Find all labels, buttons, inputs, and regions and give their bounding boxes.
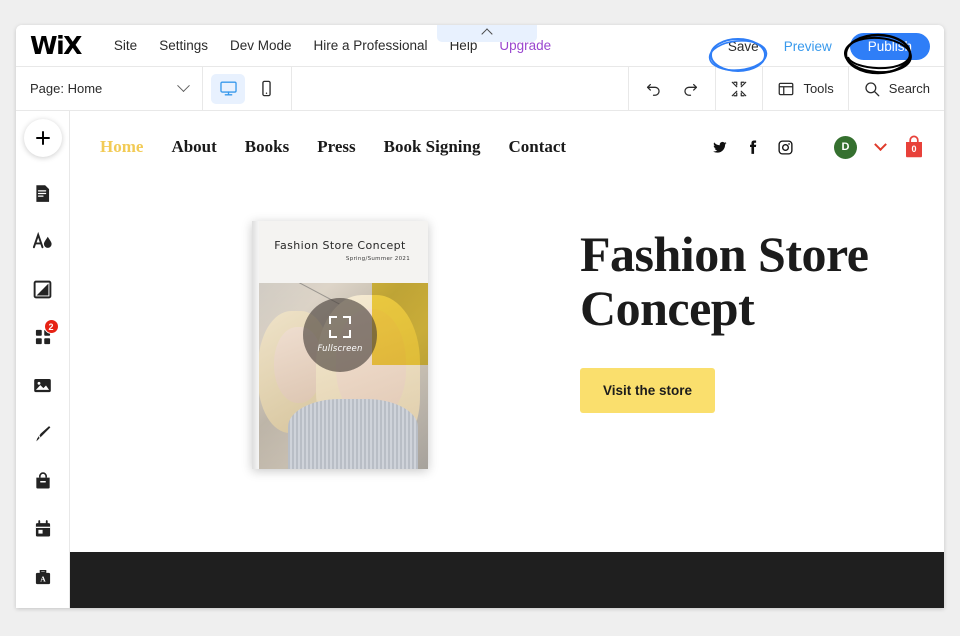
wix-logo[interactable]: WiX bbox=[30, 31, 82, 60]
magazine-cover-header: Fashion Store Concept Spring/Summer 2021 bbox=[252, 221, 428, 283]
theme-icon bbox=[32, 231, 52, 248]
undo-button[interactable] bbox=[635, 67, 672, 110]
pages-icon bbox=[36, 184, 50, 202]
magazine-cover-subtitle: Spring/Summer 2021 bbox=[345, 256, 410, 262]
desktop-icon bbox=[219, 81, 237, 96]
pen-icon bbox=[36, 425, 51, 441]
photo-yellow-block bbox=[372, 283, 428, 365]
page-value: Home bbox=[67, 81, 103, 96]
site-nav-books[interactable]: Books bbox=[245, 137, 289, 157]
redo-button[interactable] bbox=[672, 67, 709, 110]
hero-title: Fashion Store Concept bbox=[580, 227, 910, 335]
tools-button[interactable]: Tools bbox=[763, 67, 847, 110]
chevron-down-icon[interactable] bbox=[874, 137, 887, 151]
search-button[interactable]: Search bbox=[849, 67, 944, 110]
page-key: Page: bbox=[30, 81, 64, 96]
editor-secondary-toolbar: Page: Home Tools Search bbox=[16, 67, 944, 111]
site-nav-contact[interactable]: Contact bbox=[508, 137, 566, 157]
magazine-gallery[interactable]: Fashion Store Concept Spring/Summer 2021 bbox=[100, 207, 580, 581]
page-selector[interactable]: Page: Home bbox=[16, 67, 202, 110]
site-nav-press[interactable]: Press bbox=[317, 137, 355, 157]
magazine-spine bbox=[252, 221, 259, 469]
svg-text:A: A bbox=[40, 575, 46, 584]
cart-count: 0 bbox=[911, 144, 917, 154]
publish-button[interactable]: Publish bbox=[849, 32, 930, 60]
photo-sweater bbox=[288, 399, 418, 469]
background-icon bbox=[33, 280, 52, 298]
sidebar-item-bookings[interactable] bbox=[21, 505, 65, 553]
zoom-out-button[interactable] bbox=[716, 67, 762, 110]
preview-button[interactable]: Preview bbox=[774, 34, 842, 59]
apps-badge: 2 bbox=[43, 319, 59, 334]
publish-button-wrap: Publish bbox=[842, 32, 944, 74]
history-controls bbox=[629, 67, 715, 110]
hero-title-line2: Concept bbox=[580, 280, 755, 336]
site-canvas[interactable]: Home About Books Press Book Signing Cont… bbox=[70, 111, 944, 608]
menu-site[interactable]: Site bbox=[103, 25, 148, 67]
shopping-bag-icon bbox=[35, 472, 50, 489]
site-nav-about[interactable]: About bbox=[171, 137, 216, 157]
image-icon bbox=[34, 378, 51, 392]
sidebar-item-pages[interactable] bbox=[21, 169, 65, 217]
sidebar-item-apps[interactable]: 2 bbox=[21, 313, 65, 361]
fullscreen-icon bbox=[329, 316, 351, 339]
site-nav: Home About Books Press Book Signing Cont… bbox=[100, 137, 566, 157]
fullscreen-label: Fullscreen bbox=[317, 344, 363, 355]
site-header: Home About Books Press Book Signing Cont… bbox=[70, 111, 944, 183]
hero-title-line1: Fashion Store bbox=[580, 226, 869, 282]
sidebar-item-business-tools[interactable]: A bbox=[21, 553, 65, 601]
editor-actions: Save Preview Publish bbox=[708, 25, 944, 74]
menu-dev-mode[interactable]: Dev Mode bbox=[219, 25, 303, 67]
briefcase-a-icon: A bbox=[35, 569, 50, 585]
facebook-icon[interactable] bbox=[742, 137, 762, 157]
fullscreen-overlay[interactable]: Fullscreen bbox=[303, 298, 377, 373]
editor-body: 2 A Home About Books Press Book Signing … bbox=[16, 111, 944, 608]
avatar[interactable]: D bbox=[834, 135, 857, 159]
desktop-view-button[interactable] bbox=[211, 73, 245, 104]
site-nav-home[interactable]: Home bbox=[100, 137, 143, 157]
plus-icon bbox=[35, 131, 50, 145]
editor-left-rail: 2 A bbox=[16, 111, 70, 608]
site-nav-book-signing[interactable]: Book Signing bbox=[384, 137, 481, 157]
cart-button[interactable]: 0 bbox=[904, 135, 924, 159]
menu-hire-a-professional[interactable]: Hire a Professional bbox=[303, 25, 439, 67]
page-selector-label: Page: Home bbox=[30, 81, 102, 96]
magazine-cover[interactable]: Fashion Store Concept Spring/Summer 2021 bbox=[252, 221, 428, 469]
search-icon bbox=[865, 81, 880, 96]
collapse-toolbar-tab[interactable] bbox=[437, 25, 537, 42]
tools-label: Tools bbox=[803, 81, 834, 96]
redo-icon bbox=[684, 83, 698, 96]
magazine-cover-title: Fashion Store Concept bbox=[274, 239, 406, 252]
wix-editor-window: WiX Site Settings Dev Mode Hire a Profes… bbox=[16, 25, 944, 608]
editor-top-bar: WiX Site Settings Dev Mode Hire a Profes… bbox=[16, 25, 944, 74]
site-footer bbox=[70, 552, 944, 608]
calendar-icon bbox=[35, 520, 50, 537]
search-label: Search bbox=[888, 81, 930, 96]
viewport-toggle bbox=[203, 67, 291, 110]
instagram-icon[interactable] bbox=[775, 137, 795, 157]
sidebar-item-background[interactable] bbox=[21, 265, 65, 313]
chevron-down-icon bbox=[177, 79, 190, 93]
menu-settings[interactable]: Settings bbox=[148, 25, 219, 67]
hero-section: Fashion Store Concept Spring/Summer 2021 bbox=[70, 183, 944, 581]
visit-the-store-button[interactable]: Visit the store bbox=[580, 368, 716, 413]
twitter-icon[interactable] bbox=[709, 137, 729, 157]
tools-panel-icon bbox=[779, 82, 794, 95]
site-header-right: D 0 bbox=[709, 135, 924, 159]
sidebar-item-store[interactable] bbox=[21, 457, 65, 505]
sidebar-item-media[interactable] bbox=[21, 361, 65, 409]
sidebar-item-site-design[interactable] bbox=[21, 217, 65, 265]
add-elements-button[interactable] bbox=[23, 119, 62, 157]
save-button-wrap: Save bbox=[708, 34, 772, 72]
chevron-up-icon bbox=[481, 28, 493, 40]
zoom-out-icon bbox=[732, 81, 747, 96]
mobile-view-button[interactable] bbox=[249, 74, 283, 104]
mobile-icon bbox=[261, 80, 271, 97]
undo-icon bbox=[647, 83, 661, 96]
hero-text-column: Fashion Store Concept Visit the store bbox=[580, 207, 914, 581]
sidebar-item-blog[interactable] bbox=[21, 409, 65, 457]
save-button[interactable]: Save bbox=[715, 34, 772, 59]
